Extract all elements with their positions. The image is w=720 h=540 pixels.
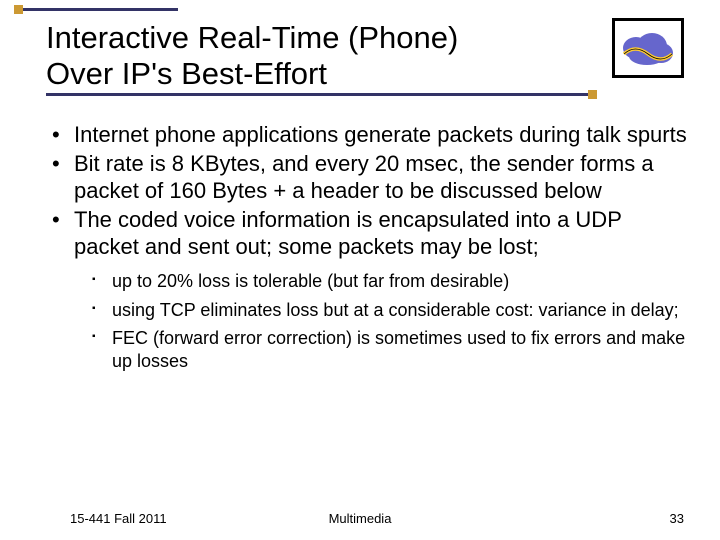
sub-bullet-item: using TCP eliminates loss but at a consi… <box>86 299 690 322</box>
sub-bullet-list: up to 20% loss is tolerable (but far fro… <box>86 270 690 372</box>
sub-bullet-item: FEC (forward error correction) is someti… <box>86 327 690 372</box>
slide-container: Interactive Real-Time (Phone) Over IP's … <box>0 0 720 540</box>
network-cloud-icon <box>612 18 684 78</box>
content-area: Internet phone applications generate pac… <box>46 122 690 372</box>
footer-center: Multimedia <box>329 511 392 526</box>
bullet-item: The coded voice information is encapsula… <box>46 207 690 261</box>
main-bullet-list: Internet phone applications generate pac… <box>46 122 690 260</box>
wave-icon <box>623 47 673 61</box>
title-underline: Interactive Real-Time (Phone) Over IP's … <box>46 20 592 96</box>
page-number: 33 <box>670 511 684 526</box>
title-line1: Interactive Real-Time (Phone) <box>46 20 458 55</box>
title-line2: Over IP's Best-Effort <box>46 56 327 91</box>
bullet-item: Bit rate is 8 KBytes, and every 20 msec,… <box>46 151 690 205</box>
bullet-item: Internet phone applications generate pac… <box>46 122 690 149</box>
title-row: Interactive Real-Time (Phone) Over IP's … <box>46 18 690 98</box>
accent-square-2 <box>588 90 597 99</box>
footer-left: 15-441 Fall 2011 <box>70 511 167 526</box>
slide-title: Interactive Real-Time (Phone) Over IP's … <box>46 18 592 98</box>
sub-bullet-item: up to 20% loss is tolerable (but far fro… <box>86 270 690 293</box>
footer: 15-441 Fall 2011 Multimedia 33 <box>0 511 720 526</box>
